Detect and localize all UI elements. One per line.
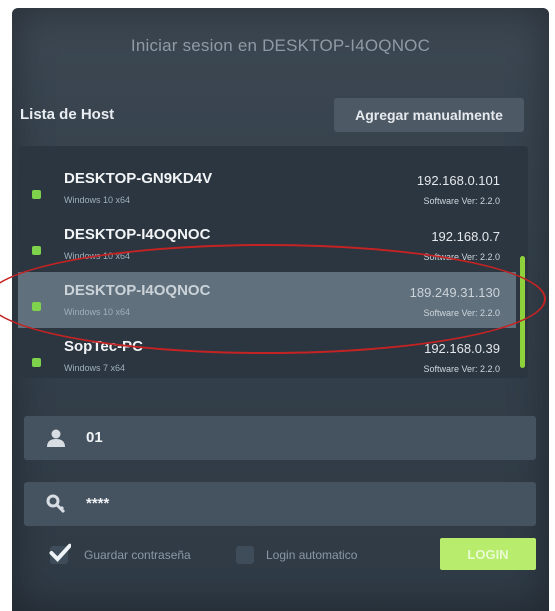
- key-icon: [46, 494, 66, 514]
- host-os: Windows 10 x64: [64, 251, 131, 261]
- save-password-label: Guardar contraseña: [84, 548, 191, 562]
- user-icon: [47, 429, 65, 447]
- host-list: DESKTOP-GN9KD4V Windows 10 x64 192.168.0…: [18, 146, 528, 378]
- host-ip: 189.249.31.130: [409, 285, 500, 300]
- host-row[interactable]: DESKTOP-I4OQNOC Windows 10 x64 192.168.0…: [18, 216, 516, 272]
- host-version: Software Ver: 2.2.0: [423, 364, 500, 374]
- host-version: Software Ver: 2.2.0: [423, 308, 500, 318]
- host-os: Windows 10 x64: [64, 307, 131, 317]
- host-row[interactable]: DESKTOP-GN9KD4V Windows 10 x64 192.168.0…: [18, 160, 516, 216]
- auto-login-checkbox[interactable]: [236, 546, 254, 564]
- save-password-checkbox[interactable]: [49, 543, 71, 564]
- user-field[interactable]: [24, 416, 536, 460]
- host-name: DESKTOP-I4OQNOC: [64, 282, 211, 299]
- password-input[interactable]: ****: [86, 495, 109, 512]
- host-version: Software Ver: 2.2.0: [423, 196, 500, 206]
- auto-login-label: Login automatico: [266, 548, 358, 562]
- host-os: Windows 7 x64: [64, 363, 126, 373]
- host-name: SopTec-PC: [64, 338, 143, 355]
- host-os: Windows 10 x64: [64, 195, 131, 205]
- status-online-icon: [32, 358, 41, 367]
- host-version: Software Ver: 2.2.0: [423, 252, 500, 262]
- host-ip: 192.168.0.39: [424, 341, 500, 356]
- host-ip: 192.168.0.7: [431, 229, 500, 244]
- host-ip: 192.168.0.101: [416, 173, 500, 188]
- status-online-icon: [32, 246, 41, 255]
- host-name: DESKTOP-I4OQNOC: [64, 226, 211, 243]
- host-row-selected[interactable]: DESKTOP-I4OQNOC Windows 10 x64 189.249.3…: [18, 272, 516, 328]
- host-name: DESKTOP-GN9KD4V: [64, 170, 213, 187]
- password-field[interactable]: ****: [24, 482, 536, 526]
- status-online-icon: [32, 190, 41, 199]
- host-list-scrollbar[interactable]: [520, 256, 525, 368]
- host-row[interactable]: SopTec-PC Windows 7 x64 192.168.0.39 Sof…: [18, 328, 516, 384]
- checkmark-icon: [49, 543, 71, 562]
- status-online-icon: [32, 302, 41, 311]
- host-list-label: Lista de Host: [20, 106, 115, 123]
- user-input[interactable]: [86, 429, 506, 446]
- dialog-title: Iniciar sesion en DESKTOP-I4OQNOC: [130, 36, 431, 55]
- add-manually-button[interactable]: Agregar manualmente: [334, 98, 524, 132]
- login-button[interactable]: LOGIN: [440, 538, 536, 570]
- login-options: Guardar contraseña Login automatico LOGI…: [0, 538, 555, 578]
